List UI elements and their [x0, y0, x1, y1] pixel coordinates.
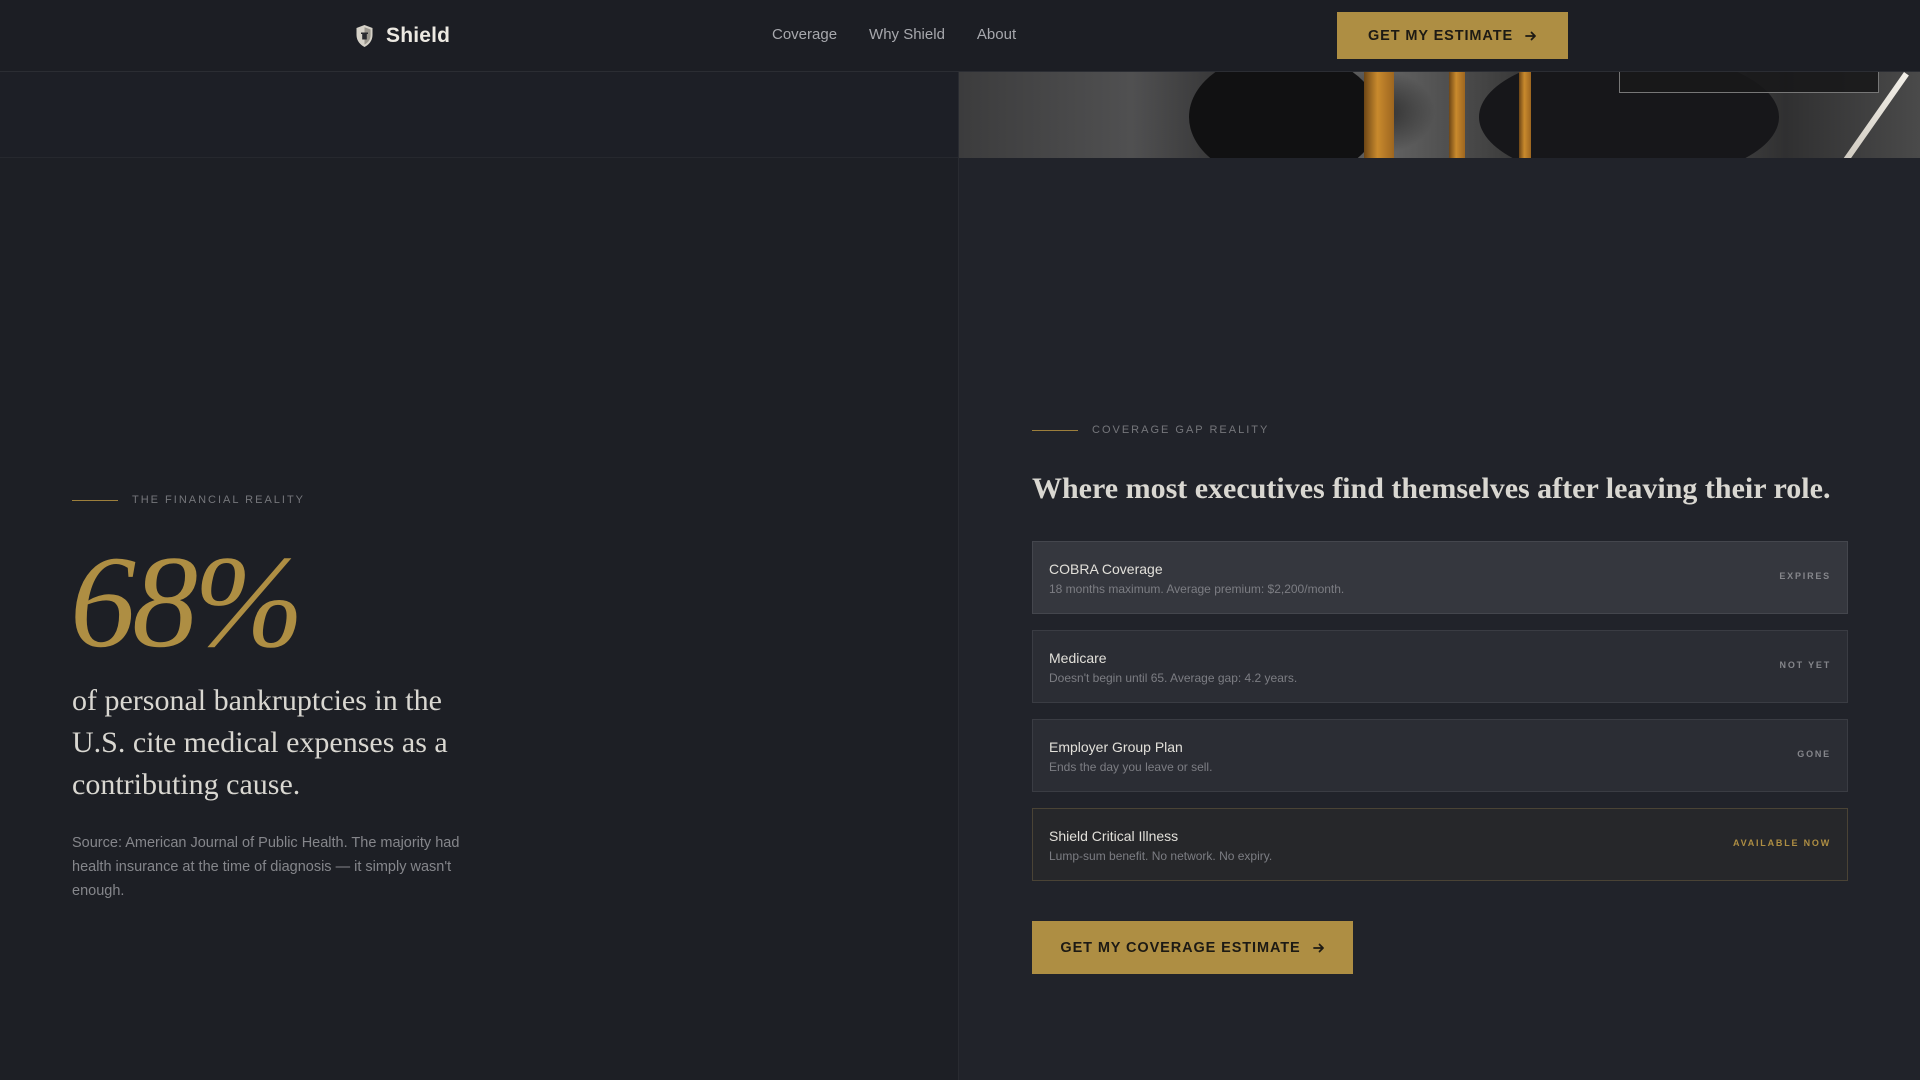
- coverage-option-medicare[interactable]: Medicare Doesn't begin until 65. Average…: [1032, 630, 1848, 703]
- coverage-options-list: COBRA Coverage 18 months maximum. Averag…: [1032, 541, 1848, 897]
- hero-bar-1: [1364, 72, 1394, 158]
- option-subtitle: Ends the day you leave or sell.: [1049, 760, 1213, 774]
- coverage-option-shield-critical-illness[interactable]: Shield Critical Illness Lump-sum benefit…: [1032, 808, 1848, 881]
- eyebrow-label: COVERAGE GAP REALITY: [1092, 424, 1270, 436]
- option-title: COBRA Coverage: [1049, 561, 1163, 577]
- option-subtitle: Doesn't begin until 65. Average gap: 4.2…: [1049, 671, 1298, 685]
- get-estimate-label: GET MY ESTIMATE: [1367, 27, 1514, 44]
- option-title: Shield Critical Illness: [1049, 828, 1179, 844]
- hero-overlay-card: [1619, 72, 1879, 93]
- get-estimate-button[interactable]: GET MY ESTIMATE: [1337, 12, 1568, 59]
- arrow-right-icon: [1525, 31, 1536, 40]
- option-status-badge: EXPIRES: [1779, 571, 1831, 581]
- option-status-badge: NOT YET: [1779, 660, 1831, 670]
- coverage-gap-eyebrow: COVERAGE GAP REALITY: [1032, 424, 1269, 436]
- eyebrow-label: THE FINANCIAL REALITY: [132, 494, 306, 506]
- brand-logo[interactable]: Shield: [355, 22, 450, 50]
- option-title: Medicare: [1049, 650, 1107, 666]
- option-subtitle: 18 months maximum. Average premium: $2,2…: [1049, 582, 1345, 596]
- get-coverage-estimate-button[interactable]: GET MY COVERAGE ESTIMATE: [1032, 921, 1353, 974]
- eyebrow-rule: [72, 499, 118, 501]
- brand-name: Shield: [386, 24, 451, 47]
- option-title: Employer Group Plan: [1049, 739, 1183, 755]
- nav-links: Coverage Why Shield About: [772, 26, 1016, 43]
- bankruptcy-stat: 68%: [70, 528, 304, 675]
- coverage-option-employer-plan[interactable]: Employer Group Plan Ends the day you lea…: [1032, 719, 1848, 792]
- financial-reality-eyebrow: THE FINANCIAL REALITY: [72, 494, 305, 506]
- option-status-badge: GONE: [1797, 749, 1831, 759]
- nav-link-coverage[interactable]: Coverage: [772, 26, 837, 43]
- nav-link-why-shield[interactable]: Why Shield: [869, 26, 945, 43]
- option-subtitle: Lump-sum benefit. No network. No expiry.: [1049, 849, 1273, 863]
- coverage-gap-heading: Where most executives find themselves af…: [1032, 472, 1831, 505]
- eyebrow-rule: [1032, 429, 1078, 431]
- hero-bar-2: [1449, 72, 1465, 158]
- arrow-right-icon: [1312, 943, 1324, 952]
- get-coverage-estimate-label: GET MY COVERAGE ESTIMATE: [1060, 939, 1301, 956]
- coverage-option-cobra[interactable]: COBRA Coverage 18 months maximum. Averag…: [1032, 541, 1848, 614]
- stat-description: of personal bankruptcies in the U.S. cit…: [72, 684, 448, 801]
- hero-image: [959, 72, 1920, 158]
- stat-source: Source: American Journal of Public Healt…: [72, 835, 460, 899]
- left-header-strip: [0, 72, 958, 158]
- hero-bar-3: [1519, 72, 1531, 158]
- option-status-badge: AVAILABLE NOW: [1732, 838, 1831, 848]
- nav-link-about[interactable]: About: [977, 26, 1016, 43]
- hero-shadow-left: [1189, 72, 1379, 158]
- shield-icon: [356, 25, 373, 47]
- top-nav: Shield Coverage Why Shield About GET MY …: [0, 0, 1920, 72]
